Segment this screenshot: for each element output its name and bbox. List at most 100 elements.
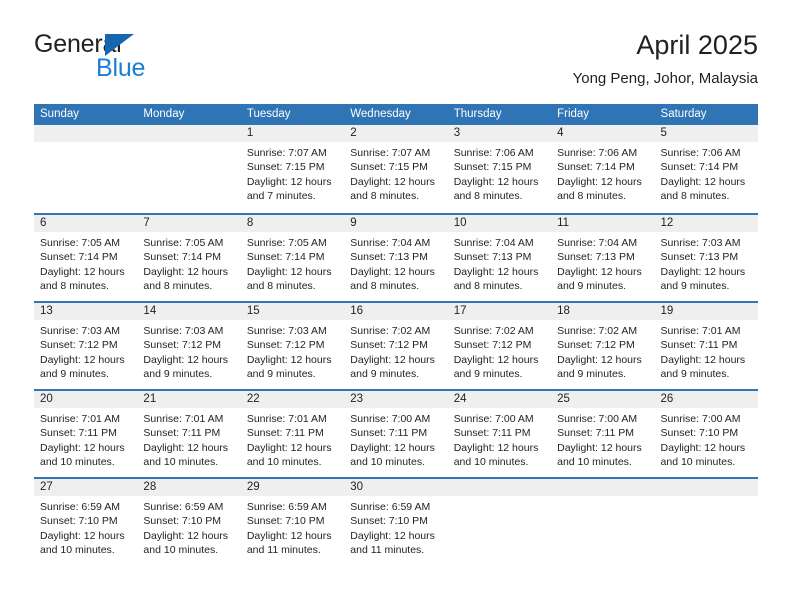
sunset-text: Sunset: 7:15 PM xyxy=(246,161,325,174)
daylight-text: Daylight: 12 hours and 10 minutes. xyxy=(40,441,125,469)
daylight-text: Daylight: 12 hours and 10 minutes. xyxy=(350,441,435,469)
calendar-day-cell[interactable]: 1 Sunrise: 7:07 AM Sunset: 7:15 PM Daylight… xyxy=(240,125,345,213)
calendar-day-cell[interactable]: 20 Sunrise: 7:01 AM Sunset: 7:11 PM Dayligh… xyxy=(34,391,138,477)
calendar-day-info: Sunrise: 6:59 AM Sunset: 7:10 PM Daylight:… xyxy=(241,496,344,558)
sunrise-text: Sunrise: 7:00 AM xyxy=(453,413,534,425)
calendar-day-number: 6 xyxy=(34,215,138,232)
daylight-text: Daylight: 12 hours and 10 minutes. xyxy=(660,441,746,469)
sunset-text: Sunset: 7:11 PM xyxy=(660,339,738,352)
sunrise-text: Sunrise: 7:04 AM xyxy=(453,237,534,249)
daylight-text: Daylight: 12 hours and 9 minutes. xyxy=(350,353,435,381)
daylight-text: Daylight: 12 hours and 10 minutes. xyxy=(557,441,642,469)
brand-logo[interactable]: General Blue xyxy=(34,30,264,86)
calendar-day-number: 16 xyxy=(344,303,448,320)
sunrise-text: Sunrise: 7:05 AM xyxy=(40,237,120,249)
calendar-day-cell[interactable]: 7 Sunrise: 7:05 AM Sunset: 7:14 PM Daylight… xyxy=(137,215,241,301)
calendar-day-info: Sunrise: 7:06 AM Sunset: 7:14 PM Daylight:… xyxy=(655,142,758,204)
calendar-day-info: Sunrise: 7:02 AM Sunset: 7:12 PM Daylight:… xyxy=(448,320,551,382)
calendar-day-cell[interactable]: 21 Sunrise: 7:01 AM Sunset: 7:11 PM Dayligh… xyxy=(137,391,241,477)
calendar-day-cell-empty xyxy=(447,479,552,565)
sunset-text: Sunset: 7:10 PM xyxy=(660,427,739,440)
calendar-day-info: Sunrise: 7:03 AM Sunset: 7:12 PM Daylight:… xyxy=(137,320,240,382)
sunrise-text: Sunrise: 6:59 AM xyxy=(246,501,327,513)
calendar-day-number: 5 xyxy=(654,125,758,142)
calendar-week-row: 1 Sunrise: 7:07 AM Sunset: 7:15 PM Daylight… xyxy=(34,125,758,213)
brand-name-blue: Blue xyxy=(96,54,146,82)
calendar-day-cell[interactable]: 4 Sunrise: 7:06 AM Sunset: 7:14 PM Daylight… xyxy=(551,125,655,213)
calendar-day-info: Sunrise: 7:01 AM Sunset: 7:11 PM Daylight:… xyxy=(34,408,137,470)
calendar-day-cell-empty xyxy=(551,479,655,565)
sunset-text: Sunset: 7:11 PM xyxy=(557,427,634,440)
calendar-day-cell[interactable]: 18 Sunrise: 7:02 AM Sunset: 7:12 PM Dayligh… xyxy=(551,303,655,389)
calendar-day-cell[interactable]: 6 Sunrise: 7:05 AM Sunset: 7:14 PM Daylight… xyxy=(34,215,138,301)
sunset-text: Sunset: 7:11 PM xyxy=(350,427,428,440)
calendar-day-cell[interactable]: 8 Sunrise: 7:05 AM Sunset: 7:14 PM Daylight… xyxy=(240,215,345,301)
calendar-day-cell[interactable]: 22 Sunrise: 7:01 AM Sunset: 7:11 PM Dayligh… xyxy=(240,391,345,477)
calendar-day-cell[interactable]: 14 Sunrise: 7:03 AM Sunset: 7:12 PM Dayligh… xyxy=(137,303,241,389)
calendar-day-cell[interactable]: 10 Sunrise: 7:04 AM Sunset: 7:13 PM Dayligh… xyxy=(447,215,552,301)
page-subtitle: Yong Peng, Johor, Malaysia xyxy=(572,70,758,87)
daylight-text: Daylight: 12 hours and 10 minutes. xyxy=(143,441,229,469)
daylight-text: Daylight: 12 hours and 10 minutes. xyxy=(453,441,539,469)
calendar-day-cell[interactable]: 5 Sunrise: 7:06 AM Sunset: 7:14 PM Daylight… xyxy=(654,125,758,213)
calendar-day-info: Sunrise: 6:59 AM Sunset: 7:10 PM Daylight:… xyxy=(34,496,137,558)
calendar-day-cell[interactable]: 24 Sunrise: 7:00 AM Sunset: 7:11 PM Dayligh… xyxy=(447,391,552,477)
sunset-text: Sunset: 7:12 PM xyxy=(246,339,325,352)
sunset-text: Sunset: 7:13 PM xyxy=(350,251,428,264)
sunrise-text: Sunrise: 7:00 AM xyxy=(660,413,741,425)
sunrise-text: Sunrise: 6:59 AM xyxy=(143,501,224,513)
calendar-day-cell[interactable]: 19 Sunrise: 7:01 AM Sunset: 7:11 PM Dayligh… xyxy=(654,303,758,389)
calendar-week-row: 20 Sunrise: 7:01 AM Sunset: 7:11 PM Dayligh… xyxy=(34,389,758,477)
calendar-day-cell[interactable]: 23 Sunrise: 7:00 AM Sunset: 7:11 PM Dayligh… xyxy=(344,391,448,477)
sunset-text: Sunset: 7:14 PM xyxy=(660,161,739,174)
daylight-text: Daylight: 12 hours and 10 minutes. xyxy=(143,529,229,557)
sunrise-text: Sunrise: 7:05 AM xyxy=(246,237,327,249)
daylight-text: Daylight: 12 hours and 9 minutes. xyxy=(557,265,642,293)
calendar-day-cell[interactable]: 13 Sunrise: 7:03 AM Sunset: 7:12 PM Dayligh… xyxy=(34,303,138,389)
calendar-day-cell[interactable]: 15 Sunrise: 7:03 AM Sunset: 7:12 PM Dayligh… xyxy=(240,303,345,389)
calendar-day-cell[interactable]: 25 Sunrise: 7:00 AM Sunset: 7:11 PM Dayligh… xyxy=(551,391,655,477)
title-block: April 2025 Yong Peng, Johor, Malaysia xyxy=(573,28,758,90)
calendar-day-number xyxy=(137,125,241,142)
daylight-text: Daylight: 12 hours and 9 minutes. xyxy=(557,353,642,381)
calendar-day-cell[interactable]: 27 Sunrise: 6:59 AM Sunset: 7:10 PM Dayligh… xyxy=(34,479,138,565)
calendar-day-cell[interactable]: 12 Sunrise: 7:03 AM Sunset: 7:13 PM Dayligh… xyxy=(654,215,758,301)
calendar-day-number: 23 xyxy=(344,391,448,408)
daylight-text: Daylight: 12 hours and 10 minutes. xyxy=(40,529,125,557)
calendar-day-cell[interactable]: 3 Sunrise: 7:06 AM Sunset: 7:15 PM Daylight… xyxy=(447,125,552,213)
calendar-day-info: Sunrise: 7:02 AM Sunset: 7:12 PM Daylight:… xyxy=(344,320,447,382)
calendar-day-info: Sunrise: 7:01 AM Sunset: 7:11 PM Daylight:… xyxy=(241,408,344,470)
sunset-text: Sunset: 7:14 PM xyxy=(40,251,118,264)
sunset-text: Sunset: 7:11 PM xyxy=(246,427,324,440)
calendar-week-row: 13 Sunrise: 7:03 AM Sunset: 7:12 PM Dayligh… xyxy=(34,301,758,389)
sunrise-text: Sunrise: 7:01 AM xyxy=(143,413,224,425)
calendar-day-number: 4 xyxy=(551,125,655,142)
day-of-week-header-saturday: Saturday xyxy=(660,108,707,120)
calendar-day-cell[interactable]: 11 Sunrise: 7:04 AM Sunset: 7:13 PM Dayligh… xyxy=(551,215,655,301)
daylight-text: Daylight: 12 hours and 8 minutes. xyxy=(453,265,539,293)
sunset-text: Sunset: 7:15 PM xyxy=(453,161,532,174)
sunset-text: Sunset: 7:12 PM xyxy=(40,339,118,352)
calendar-day-number: 21 xyxy=(137,391,241,408)
calendar-day-cell[interactable]: 30 Sunrise: 6:59 AM Sunset: 7:10 PM Dayligh… xyxy=(344,479,448,565)
sunrise-text: Sunrise: 7:01 AM xyxy=(40,413,120,425)
calendar-day-cell[interactable]: 16 Sunrise: 7:02 AM Sunset: 7:12 PM Dayligh… xyxy=(344,303,448,389)
sunrise-text: Sunrise: 6:59 AM xyxy=(40,501,120,513)
page-title: April 2025 xyxy=(636,30,758,60)
sunrise-text: Sunrise: 7:03 AM xyxy=(246,325,327,337)
calendar-day-cell[interactable]: 29 Sunrise: 6:59 AM Sunset: 7:10 PM Dayligh… xyxy=(240,479,345,565)
day-of-week-header-thursday: Thursday xyxy=(453,108,502,120)
calendar-day-cell[interactable]: 17 Sunrise: 7:02 AM Sunset: 7:12 PM Dayligh… xyxy=(447,303,552,389)
calendar-day-info: Sunrise: 7:05 AM Sunset: 7:14 PM Daylight:… xyxy=(34,232,137,294)
calendar-day-cell[interactable]: 28 Sunrise: 6:59 AM Sunset: 7:10 PM Dayligh… xyxy=(137,479,241,565)
day-of-week-header-tuesday: Tuesday xyxy=(246,108,291,120)
calendar-day-cell[interactable]: 9 Sunrise: 7:04 AM Sunset: 7:13 PM Daylight… xyxy=(344,215,448,301)
calendar-day-info: Sunrise: 7:04 AM Sunset: 7:13 PM Daylight:… xyxy=(551,232,654,294)
calendar-day-info: Sunrise: 7:00 AM Sunset: 7:11 PM Daylight:… xyxy=(551,408,654,470)
sunset-text: Sunset: 7:14 PM xyxy=(246,251,325,264)
calendar-day-cell[interactable]: 26 Sunrise: 7:00 AM Sunset: 7:10 PM Dayligh… xyxy=(654,391,758,477)
calendar-day-cell[interactable]: 2 Sunrise: 7:07 AM Sunset: 7:15 PM Daylight… xyxy=(344,125,448,213)
calendar-day-number: 8 xyxy=(240,215,345,232)
calendar-day-info: Sunrise: 6:59 AM Sunset: 7:10 PM Daylight:… xyxy=(137,496,240,558)
daylight-text: Daylight: 12 hours and 9 minutes. xyxy=(246,353,332,381)
